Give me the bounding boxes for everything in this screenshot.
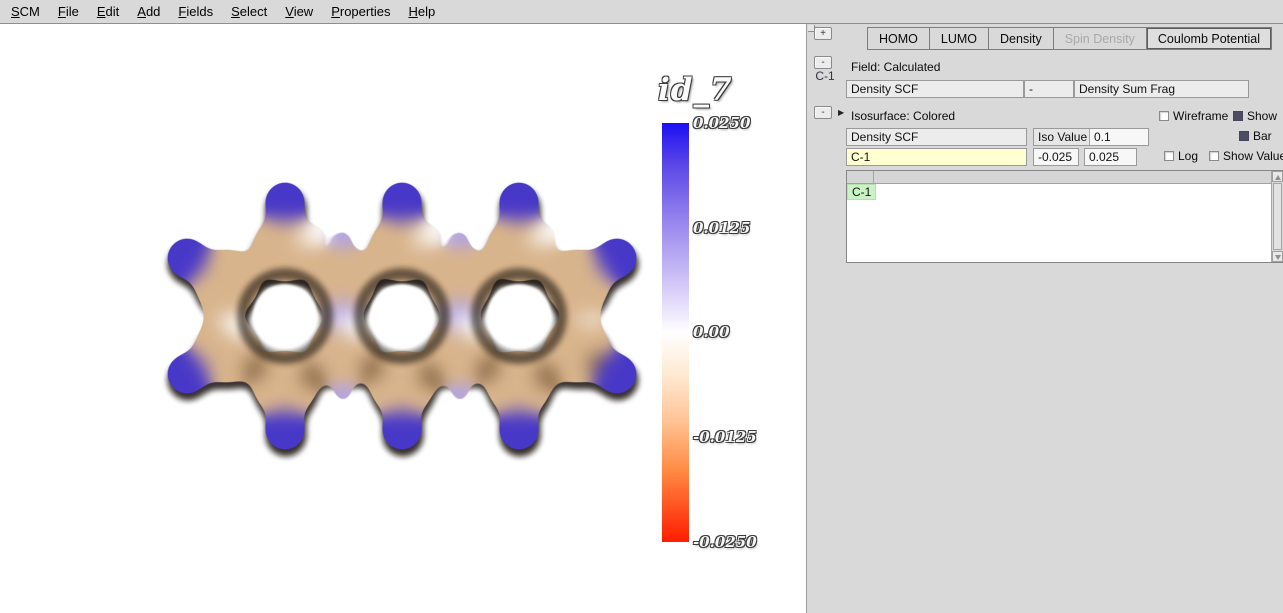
bar-checkbox[interactable] [1239, 131, 1249, 141]
range-max-input[interactable]: 0.025 [1084, 148, 1137, 166]
menu-edit[interactable]: Edit [88, 1, 128, 22]
log-checkbox[interactable] [1164, 151, 1174, 161]
remove-field-button[interactable]: - [814, 56, 832, 69]
isosurface-section-title: Isosurface: Colored [851, 109, 955, 123]
menu-select[interactable]: Select [222, 1, 276, 22]
fragment-list-body: C-1 [847, 184, 1283, 200]
tab-homo[interactable]: HOMO [868, 28, 930, 49]
scroll-up-icon[interactable] [1272, 171, 1283, 182]
menu-fields[interactable]: Fields [169, 1, 222, 22]
colorbar-tick-high: 0.0125 [693, 219, 783, 237]
field-b-select[interactable]: Density Sum Frag [1074, 80, 1249, 98]
show-value-label: Show Value [1223, 149, 1283, 163]
colorbar-tick-max: 0.0250 [693, 114, 783, 132]
field-operator-cell[interactable]: - [1024, 80, 1074, 98]
iso-value-group: Iso Value 0.1 [1033, 128, 1149, 146]
field-section-title: Field: Calculated [851, 60, 940, 74]
bar-label: Bar [1253, 129, 1272, 143]
add-field-button[interactable]: + [814, 27, 832, 40]
show-label: Show [1247, 109, 1277, 123]
show-checkbox[interactable] [1233, 111, 1243, 121]
fragment-row[interactable]: C-1 [847, 184, 1283, 200]
iso-field-select[interactable]: Density SCF [846, 128, 1027, 146]
fragment-list-scrollbar[interactable] [1271, 171, 1283, 262]
field-type-tabs: HOMOLUMODensitySpin DensityCoulomb Poten… [867, 27, 1272, 50]
application-window: SCMFileEditAddFieldsSelectViewProperties… [0, 0, 1283, 613]
menu-bar: SCMFileEditAddFieldsSelectViewProperties… [0, 0, 1283, 24]
remove-isosurface-button[interactable]: - [814, 106, 832, 119]
ring-holes [243, 274, 561, 358]
menu-view[interactable]: View [276, 1, 322, 22]
wireframe-checkbox[interactable] [1159, 111, 1169, 121]
colorbar-tick-low: -0.0125 [693, 428, 783, 446]
tab-density[interactable]: Density [989, 28, 1054, 49]
wireframe-label: Wireframe [1173, 109, 1228, 123]
show-value-checkbox[interactable] [1209, 151, 1219, 161]
fragment-list: C-1 [846, 170, 1283, 263]
iso-value-input[interactable]: 0.1 [1090, 129, 1148, 145]
log-label: Log [1178, 149, 1198, 163]
fragment-label: C-1 [810, 69, 840, 83]
tab-spin-density: Spin Density [1054, 28, 1147, 49]
tab-lumo[interactable]: LUMO [930, 28, 989, 49]
colorbar-title: id_7 [658, 72, 778, 108]
tab-coulomb-potential[interactable]: Coulomb Potential [1147, 28, 1271, 49]
properties-panel: + - C-1 - ▶ HOMOLUMODensitySpin DensityC… [806, 24, 1283, 613]
fragment-input[interactable]: C-1 [846, 148, 1027, 166]
menu-help[interactable]: Help [399, 1, 444, 22]
menu-properties[interactable]: Properties [322, 1, 399, 22]
viewport-3d[interactable]: id_7 0.0250 0.0125 0.00 -0.0125 -0.0250 [0, 24, 806, 613]
menu-file[interactable]: File [49, 1, 88, 22]
menu-scm[interactable]: SCM [2, 1, 49, 22]
colorbar-tick-min: -0.0250 [693, 533, 783, 551]
colorbar-gradient [662, 123, 689, 542]
iso-value-label: Iso Value [1034, 129, 1090, 145]
scrollbar-thumb[interactable] [1273, 183, 1282, 250]
scroll-down-icon[interactable] [1272, 251, 1283, 262]
fragment-list-header [847, 171, 1283, 184]
menu-add[interactable]: Add [128, 1, 169, 22]
expander-triangle-icon[interactable]: ▶ [838, 108, 844, 117]
range-min-input[interactable]: -0.025 [1033, 148, 1079, 166]
colorbar-tick-zero: 0.00 [693, 323, 783, 341]
field-a-select[interactable]: Density SCF [846, 80, 1024, 98]
